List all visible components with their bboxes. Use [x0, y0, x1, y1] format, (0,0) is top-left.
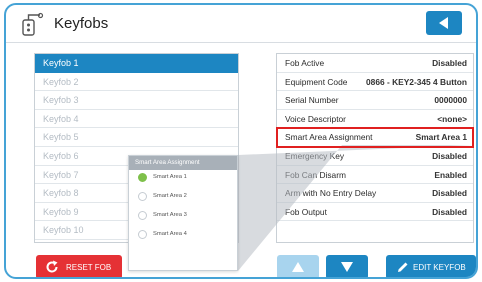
- reset-icon: [46, 260, 58, 273]
- property-name: Equipment Code: [285, 76, 348, 87]
- property-row-voice-descriptor[interactable]: Voice Descriptor <none>: [277, 110, 473, 129]
- smart-area-option[interactable]: Smart Area 4: [129, 227, 237, 246]
- keyfob-properties-panel: Fob Active Disabled Equipment Code 0866 …: [276, 53, 474, 243]
- property-row-smart-area-assignment[interactable]: Smart Area Assignment Smart Area 1: [276, 127, 474, 148]
- property-row-serial-number[interactable]: Serial Number 0000000: [277, 91, 473, 110]
- move-up-button[interactable]: [277, 255, 319, 277]
- edit-keyfob-button[interactable]: EDIT KEYFOB: [386, 255, 476, 277]
- keyfob-list-item[interactable]: Keyfob 2: [35, 73, 238, 92]
- radio-selected-icon[interactable]: [138, 173, 147, 182]
- keyfob-list-item[interactable]: Keyfob 1: [35, 54, 238, 73]
- property-name: Serial Number: [285, 95, 339, 106]
- keyfob-icon: [22, 12, 44, 36]
- radio-icon[interactable]: [138, 192, 147, 201]
- keyfobs-window: Keyfobs Keyfob 1 Keyfob 2 Keyfob 3 Keyfo…: [4, 3, 478, 279]
- property-value: Disabled: [432, 58, 467, 68]
- property-name: Fob Output: [285, 206, 327, 217]
- property-row-emergency-key[interactable]: Emergency Key Disabled: [277, 147, 473, 166]
- property-value: Enabled: [434, 169, 467, 180]
- header: Keyfobs: [6, 5, 476, 43]
- smart-area-option[interactable]: Smart Area 1: [129, 170, 237, 189]
- keyfob-list-item[interactable]: Keyfob 4: [35, 110, 238, 129]
- popup-title: Smart Area Assignment: [129, 156, 237, 170]
- property-name: Arm with No Entry Delay: [285, 188, 377, 199]
- property-value: Disabled: [432, 188, 467, 199]
- property-value: Smart Area 1: [415, 132, 467, 143]
- property-row-fob-can-disarm[interactable]: Fob Can Disarm Enabled: [277, 166, 473, 185]
- back-arrow-icon: [439, 17, 448, 29]
- radio-icon[interactable]: [138, 211, 147, 220]
- property-row-arm-no-entry-delay[interactable]: Arm with No Entry Delay Disabled: [277, 184, 473, 203]
- reset-fob-button[interactable]: RESET FOB: [36, 255, 122, 277]
- page-title: Keyfobs: [54, 15, 109, 32]
- property-value: Disabled: [432, 150, 467, 161]
- property-row-fob-active[interactable]: Fob Active Disabled: [277, 54, 473, 73]
- radio-icon[interactable]: [138, 230, 147, 239]
- pencil-icon: [398, 262, 408, 272]
- property-value: Disabled: [432, 206, 467, 217]
- property-value: 0000000: [434, 95, 467, 106]
- edit-keyfob-label: EDIT KEYFOB: [413, 263, 466, 272]
- property-name: Smart Area Assignment: [285, 132, 373, 143]
- smart-area-popup: Smart Area Assignment Smart Area 1 Smart…: [128, 155, 238, 271]
- down-arrow-icon: [341, 262, 353, 272]
- property-name: Voice Descriptor: [285, 113, 346, 124]
- option-label: Smart Area 2: [153, 193, 187, 199]
- property-value: <none>: [437, 113, 467, 124]
- move-down-button[interactable]: [326, 255, 368, 277]
- option-label: Smart Area 3: [153, 212, 187, 218]
- smart-area-option[interactable]: Smart Area 3: [129, 208, 237, 227]
- property-value: 0866 - KEY2-345 4 Button: [366, 76, 467, 87]
- reset-fob-label: RESET FOB: [66, 263, 112, 272]
- property-name: Fob Can Disarm: [285, 169, 346, 180]
- property-row-fob-output[interactable]: Fob Output Disabled: [277, 203, 473, 222]
- option-label: Smart Area 1: [153, 174, 187, 180]
- property-name: Emergency Key: [285, 150, 345, 161]
- property-name: Fob Active: [285, 58, 325, 68]
- keyfob-list-item[interactable]: Keyfob 3: [35, 91, 238, 110]
- keyfob-list-item[interactable]: Keyfob 5: [35, 128, 238, 147]
- smart-area-option[interactable]: Smart Area 2: [129, 189, 237, 208]
- back-button[interactable]: [426, 11, 462, 35]
- property-row-equipment-code[interactable]: Equipment Code 0866 - KEY2-345 4 Button: [277, 73, 473, 92]
- up-arrow-icon: [292, 262, 304, 272]
- option-label: Smart Area 4: [153, 231, 187, 237]
